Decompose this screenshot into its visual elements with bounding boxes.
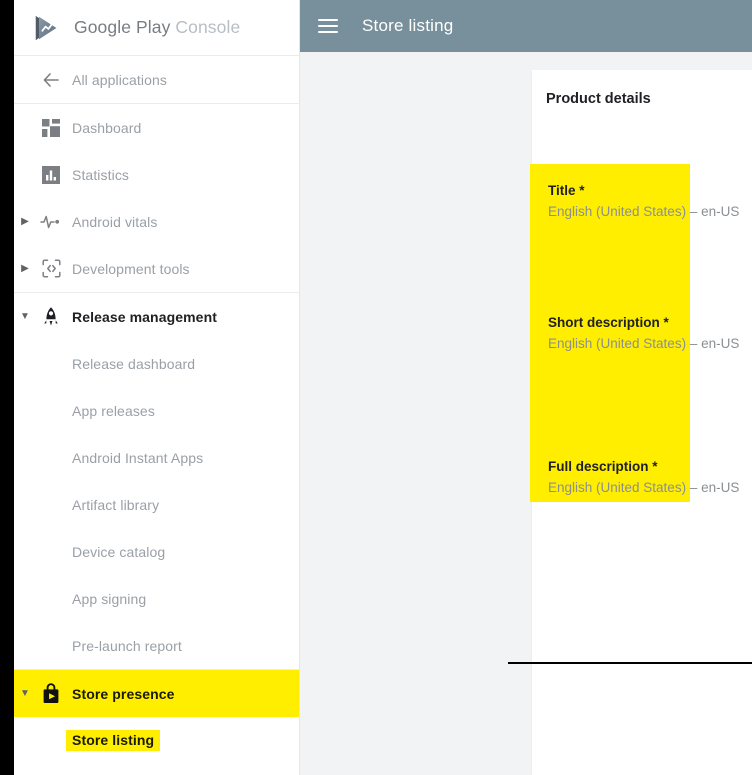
google-play-console-logo-icon [35,15,57,40]
field-short-description-separator: – [689,336,698,351]
field-title-label: Title * [548,182,739,200]
sidebar: Google Play Console All applications Dash… [14,0,300,775]
sidebar-item-label: App releases [72,402,155,419]
app-root: Google Play Console All applications Dash… [0,0,752,775]
sidebar-item-label: Store presence [72,685,175,702]
field-title-language: English (United States) – en-US [548,202,739,221]
sidebar-item-all-applications[interactable]: All applications [14,56,299,103]
chevron-down-icon[interactable]: ▼ [17,688,33,699]
sidebar-item-app-releases[interactable]: App releases [14,387,299,434]
chevron-down-icon[interactable]: ▼ [17,311,33,322]
sidebar-item-store-presence[interactable]: ▼ Store presence [14,670,299,717]
field-title[interactable]: Title * English (United States) – en-US [548,182,739,221]
store-bag-play-icon [40,682,62,705]
chevron-right-icon[interactable]: ▶ [17,216,33,227]
sidebar-item-label: Pre-launch report [72,637,182,654]
left-black-strip [0,0,14,775]
sidebar-item-label-highlight: Store listing [66,729,161,752]
field-full-description-language: English (United States) – en-US [548,478,739,497]
field-short-description-locale-code: en-US [701,336,740,351]
sidebar-item-label: Device catalog [72,543,166,560]
sidebar-item-label: Dashboard [72,119,142,136]
brand-title-strong: Google Play [74,17,171,37]
field-title-label-text: Title [548,183,576,198]
field-full-description-label: Full description * [548,458,739,476]
sidebar-item-label: App signing [72,590,147,607]
page-title: Store listing [362,16,454,35]
sidebar-nav-list: All applications Dashboard Statistics ▶ Andr… [14,56,299,764]
vitals-pulse-icon [40,211,62,233]
card-title: Product details [546,91,651,107]
field-full-description-language-name: English (United States) [548,480,687,495]
back-arrow-icon [40,69,62,91]
chevron-right-icon[interactable]: ▶ [17,263,33,274]
sidebar-item-label: Android vitals [72,213,158,230]
field-short-description-language-name: English (United States) [548,336,687,351]
field-title-locale-code: en-US [701,204,740,219]
field-short-description[interactable]: Short description * English (United Stat… [548,314,739,353]
sidebar-item-label: Release dashboard [72,355,196,372]
field-title-separator: – [689,204,698,219]
brand-title: Google Play Console [74,17,240,38]
sidebar-item-android-instant-apps[interactable]: Android Instant Apps [14,434,299,481]
brand-header: Google Play Console [14,0,299,56]
field-short-description-label: Short description * [548,314,739,332]
field-full-description-label-text: Full description [548,459,649,474]
sidebar-item-artifact-library[interactable]: Artifact library [14,481,299,528]
section-divider-rule [508,662,752,664]
sidebar-item-label: Statistics [72,166,130,183]
top-app-bar: Store listing [300,0,752,52]
sidebar-item-development-tools[interactable]: ▶ Development tools [14,245,299,292]
sidebar-item-store-listing[interactable]: Store listing [14,717,299,764]
sidebar-item-label: Store listing [14,729,161,752]
sidebar-item-statistics[interactable]: Statistics [14,151,299,198]
field-title-required-marker: * [579,183,585,198]
field-short-description-language: English (United States) – en-US [548,334,739,353]
field-title-language-name: English (United States) [548,204,687,219]
field-short-description-required-marker: * [663,315,669,330]
hamburger-menu-icon[interactable] [318,19,338,33]
content-region: Product details Title * English (United … [300,52,752,775]
main-area: Store listing Product details Title * En… [300,0,752,775]
field-full-description[interactable]: Full description * English (United State… [548,458,739,497]
sidebar-item-release-management[interactable]: ▼ Release management [14,293,299,340]
sidebar-item-app-signing[interactable]: App signing [14,575,299,622]
field-full-description-required-marker: * [652,459,658,474]
sidebar-item-device-catalog[interactable]: Device catalog [14,528,299,575]
brand-title-light: Console [175,17,241,37]
field-full-description-separator: – [689,480,698,495]
sidebar-item-release-dashboard[interactable]: Release dashboard [14,340,299,387]
field-short-description-label-text: Short description [548,315,660,330]
sidebar-item-label: Android Instant Apps [72,449,204,466]
field-full-description-locale-code: en-US [701,480,740,495]
sidebar-item-android-vitals[interactable]: ▶ Android vitals [14,198,299,245]
sidebar-item-label: Artifact library [72,496,160,513]
sidebar-item-label: All applications [72,71,167,88]
rocket-icon [40,306,62,328]
code-brackets-icon [40,258,62,280]
statistics-bar-chart-icon [40,164,62,186]
sidebar-item-dashboard[interactable]: Dashboard [14,104,299,151]
dashboard-grid-icon [40,117,62,139]
sidebar-item-pre-launch-report[interactable]: Pre-launch report [14,622,299,669]
